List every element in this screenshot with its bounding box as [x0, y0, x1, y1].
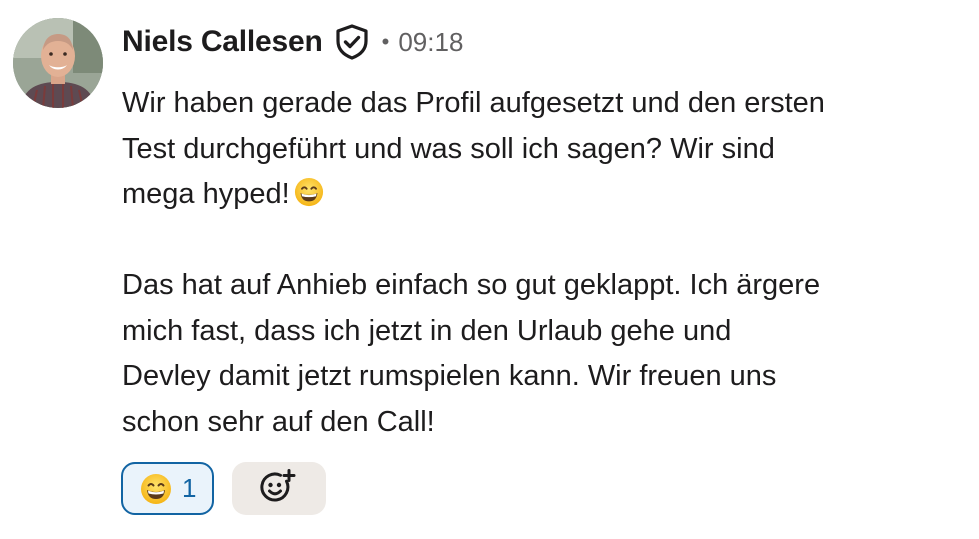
message-paragraph-text: Wir haben gerade das Profil aufgesetzt u…	[122, 87, 825, 210]
header-separator: •	[381, 29, 390, 54]
message-paragraph: Das hat auf Anhieb einfach so gut geklap…	[122, 269, 821, 438]
reaction-count: 1	[182, 473, 197, 503]
message-header: Niels Callesen • 09:18	[122, 22, 463, 62]
message-body: Wir haben gerade das Profil aufgesetzt u…	[122, 81, 942, 445]
message-timestamp[interactable]: 09:18	[398, 27, 463, 58]
author-name[interactable]: Niels Callesen	[122, 25, 323, 59]
add-reaction-button[interactable]	[232, 462, 326, 515]
grinning-face-emoji-icon	[140, 473, 172, 505]
message-paragraph: Wir haben gerade das Profil aufgesetzt u…	[122, 81, 942, 218]
reaction-bar: 1	[121, 462, 326, 515]
reaction-pill[interactable]: 1	[121, 462, 214, 515]
avatar-photo	[13, 18, 103, 108]
shield-check-icon	[335, 24, 369, 60]
avatar[interactable]	[13, 18, 103, 108]
grinning-face-emoji-icon	[294, 176, 324, 207]
add-emoji-icon	[260, 468, 298, 509]
